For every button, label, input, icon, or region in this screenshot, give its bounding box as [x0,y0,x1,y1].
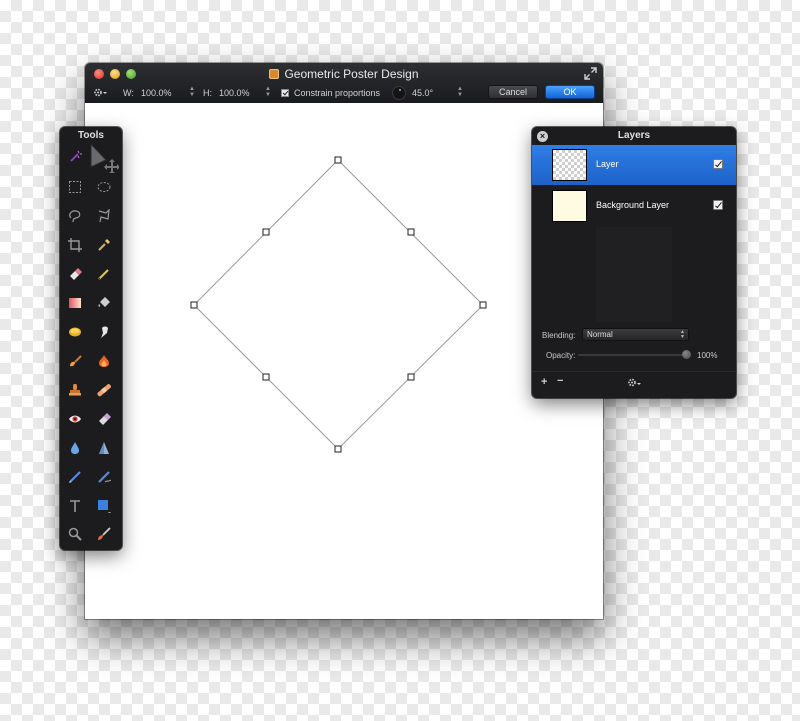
diamond-shape[interactable] [193,159,484,450]
layer-visibility-checkbox[interactable] [713,159,723,169]
layer-name: Layer [596,159,619,169]
eyedropper-icon[interactable] [94,235,114,255]
canvas-drawing[interactable] [85,103,603,619]
document-title: Geometric Poster Design [284,67,419,81]
pen-icon[interactable] [65,467,85,487]
transform-handle-top[interactable] [334,156,342,164]
document-icon [269,69,280,79]
add-layer-icon[interactable]: + [541,377,547,388]
gradient-icon[interactable] [65,293,85,313]
ellipse-select-icon[interactable] [94,177,114,197]
layers-panel-title: Layers [617,130,651,141]
eraser2-icon[interactable] [94,409,114,429]
document-title-area: Geometric Poster Design [85,66,603,82]
blending-mode-value: Normal [587,330,613,339]
zoom-icon[interactable] [65,524,85,544]
document-titlebar[interactable]: Geometric Poster Design W: 100.0% ▲ ▼ H: … [85,63,603,103]
angle-field[interactable]: 45.0° [412,87,433,99]
transform-handle-bottom-right[interactable] [407,373,415,381]
eraser-icon[interactable] [65,264,85,284]
layers-panel: × Layers Layer Background Layer Blending… [532,127,736,398]
burn-icon[interactable] [94,351,114,371]
crop-icon[interactable] [65,235,85,255]
transform-handle-bottom[interactable] [334,445,342,453]
height-field[interactable]: 100.0% [219,87,250,99]
rect-select-icon[interactable] [65,177,85,197]
paint-bucket-icon[interactable] [94,293,114,313]
document-window: Geometric Poster Design W: 100.0% ▲ ▼ H: … [85,63,603,619]
stamp-icon[interactable] [65,380,85,400]
tools-panel: Tools [60,127,122,550]
blending-label: Blending: [542,331,576,340]
transform-handle-top-left[interactable] [262,228,270,236]
layer-row-layer[interactable]: Layer [532,145,736,185]
height-label: H: [203,88,212,98]
angle-stepper[interactable]: ▲ ▼ [457,86,463,100]
polygon-lasso-icon[interactable] [94,206,114,226]
blending-mode-select[interactable]: Normal ▲ ▼ [582,328,689,341]
arrow-icon[interactable] [89,143,119,173]
layer-row-background[interactable]: Background Layer [532,186,736,226]
layer-options-gear-icon[interactable] [627,377,641,391]
select-arrows-icon: ▲ ▼ [680,329,685,340]
opacity-value: 100% [697,351,718,360]
drop-icon[interactable] [65,438,85,458]
opacity-slider-track[interactable] [578,354,688,356]
background-layer-thumbnail [552,190,587,222]
pencil-icon[interactable] [94,264,114,284]
opacity-label: Opacity: [546,351,576,360]
width-field[interactable]: 100.0% [141,87,172,99]
canvas[interactable] [85,103,603,619]
width-label: W: [123,88,134,98]
transform-handle-right[interactable] [479,301,487,309]
transform-settings-gear-icon[interactable] [93,87,107,99]
height-stepper[interactable]: ▲ ▼ [265,86,271,100]
color-brush-icon[interactable] [94,524,114,544]
layer-thumbnail [552,149,587,181]
width-stepper[interactable]: ▲ ▼ [189,86,195,100]
pen-plus-icon[interactable] [94,467,114,487]
opacity-slider-thumb[interactable] [682,350,691,359]
constrain-proportions-toggle[interactable]: Constrain proportions [281,87,380,99]
brush-icon[interactable] [65,351,85,371]
layers-list-empty-area [532,227,736,322]
constrain-checkbox[interactable] [281,89,289,97]
bandage-icon[interactable] [94,380,114,400]
shape-icon[interactable] [94,496,114,516]
sponge-icon[interactable] [65,322,85,342]
transform-handle-left[interactable] [190,301,198,309]
angle-dial[interactable] [392,86,406,100]
text-icon[interactable] [65,496,85,516]
smudge-icon[interactable] [94,322,114,342]
transform-handle-bottom-left[interactable] [262,373,270,381]
cancel-button[interactable]: Cancel [488,85,538,99]
remove-layer-icon[interactable]: − [557,376,563,387]
fullscreen-icon[interactable] [584,67,597,80]
background-layer-visibility-checkbox[interactable] [713,200,723,210]
background-layer-name: Background Layer [596,200,670,210]
transform-options-bar: W: 100.0% ▲ ▼ H: 100.0% ▲ ▼ Constrain prop… [85,84,603,102]
constrain-label: Constrain proportions [294,88,381,98]
red-eye-icon[interactable] [65,409,85,429]
close-icon[interactable]: × [537,131,548,142]
ok-button[interactable]: OK [545,85,595,99]
transform-handle-top-right[interactable] [407,228,415,236]
layers-divider [532,371,736,372]
lasso-icon[interactable] [65,206,85,226]
sharpen-icon[interactable] [94,438,114,458]
magic-wand-icon[interactable] [65,147,85,167]
